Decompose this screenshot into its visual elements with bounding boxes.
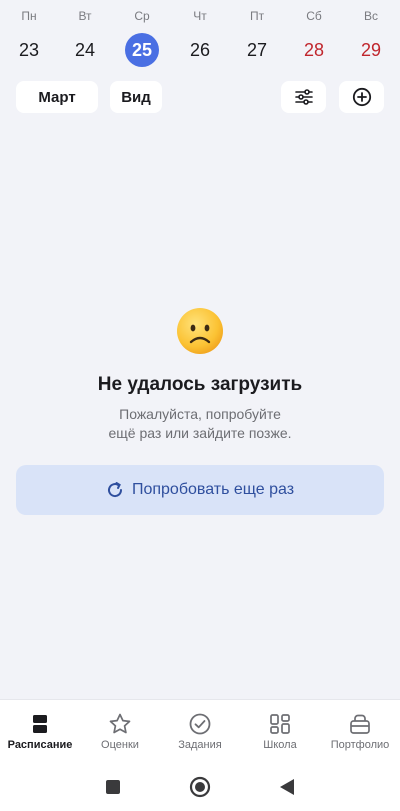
day-number-selected: 25	[125, 33, 159, 67]
day-fri[interactable]: Пт 27	[229, 0, 285, 70]
day-sun[interactable]: Вс 29	[343, 0, 399, 70]
day-wed[interactable]: Ср 25	[114, 0, 170, 70]
day-number: 26	[189, 39, 211, 60]
nav-label: Задания	[178, 739, 222, 751]
square-icon	[106, 780, 120, 794]
view-selector-button[interactable]: Вид	[110, 81, 162, 113]
month-selector-button[interactable]: Март	[16, 81, 98, 113]
day-name: Пт	[249, 9, 265, 23]
sad-face-icon	[177, 308, 223, 354]
day-number: 29	[360, 39, 382, 60]
home-button[interactable]	[189, 776, 211, 798]
star-icon	[109, 713, 131, 734]
back-triangle-icon	[280, 779, 294, 795]
retry-label: Попробовать еще раз	[131, 481, 295, 498]
day-number: 23	[18, 39, 40, 60]
nav-item-grades[interactable]: Оценки	[80, 700, 160, 762]
day-tue[interactable]: Вт 24	[57, 0, 113, 70]
week-strip: Пн 23 Вт 24 Ср 25 Чт 26 Пт 27 Сб 28 Вс 2…	[0, 0, 400, 70]
schedule-icon	[33, 715, 47, 733]
nav-item-portfolio[interactable]: Портфолио	[320, 700, 400, 762]
nav-item-schedule[interactable]: Расписание	[0, 700, 80, 762]
grid-icon	[270, 714, 290, 734]
day-name: Пн	[21, 9, 37, 23]
day-name: Вт	[78, 9, 92, 23]
back-button[interactable]	[276, 776, 298, 798]
check-circle-icon	[189, 713, 211, 735]
nav-item-assignments[interactable]: Задания	[160, 700, 240, 762]
nav-item-school[interactable]: Школа	[240, 700, 320, 762]
day-number: 24	[74, 39, 96, 60]
plus-circle-icon	[352, 87, 371, 107]
day-name: Вс	[363, 9, 378, 23]
error-message-line: ещё раз или зайдите позже.	[108, 425, 292, 441]
day-name: Чт	[193, 9, 207, 23]
recents-button[interactable]	[102, 776, 124, 798]
home-circle-icon	[189, 776, 211, 798]
briefcase-icon	[350, 714, 370, 734]
day-number: 28	[303, 39, 325, 60]
retry-button[interactable]: Попробовать еще раз	[16, 465, 384, 515]
error-message: Пожалуйста, попробуйте ещё раз или зайди…	[90, 405, 310, 443]
filter-button[interactable]	[281, 81, 326, 113]
day-number: 27	[246, 39, 268, 60]
day-name: Ср	[134, 9, 150, 23]
day-name: Сб	[306, 9, 322, 23]
day-sat[interactable]: Сб 28	[286, 0, 342, 70]
sliders-icon	[294, 89, 313, 105]
add-button[interactable]	[339, 81, 384, 113]
nav-label: Школа	[263, 739, 297, 751]
nav-label: Расписание	[7, 739, 73, 751]
day-thu[interactable]: Чт 26	[172, 0, 228, 70]
error-title: Не удалось загрузить	[97, 374, 303, 395]
day-mon[interactable]: Пн 23	[1, 0, 57, 70]
bottom-navigation: Расписание Оценки Задания Школа Портфоли…	[0, 699, 400, 761]
error-message-line: Пожалуйста, попробуйте	[119, 406, 281, 422]
nav-label: Портфолио	[330, 739, 390, 751]
refresh-icon	[108, 482, 122, 498]
nav-label: Оценки	[101, 739, 139, 751]
system-navigation-bar	[0, 761, 400, 811]
